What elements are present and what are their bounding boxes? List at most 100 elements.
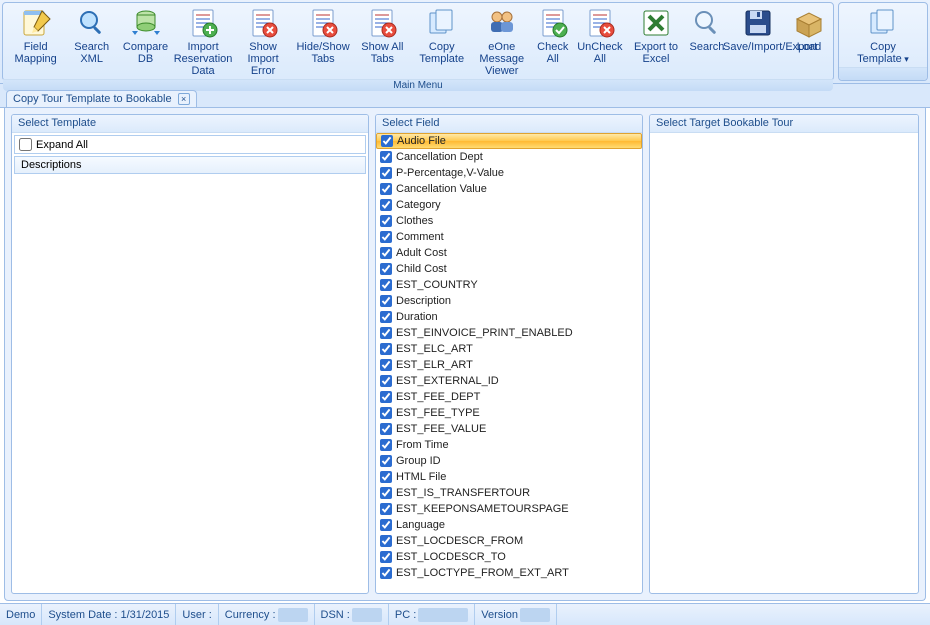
save-import-export-button[interactable]: Save/Import/Export: [729, 5, 787, 53]
field-checkbox[interactable]: [380, 359, 392, 371]
sheet-plus-icon: [187, 7, 219, 39]
field-checkbox[interactable]: [380, 279, 392, 291]
field-checkbox[interactable]: [380, 423, 392, 435]
field-checkbox[interactable]: [380, 535, 392, 547]
field-mapping-button[interactable]: Field Mapping: [7, 5, 64, 65]
field-checkbox[interactable]: [380, 295, 392, 307]
show-all-tabs-button[interactable]: Show All Tabs: [354, 5, 411, 65]
field-checkbox[interactable]: [380, 551, 392, 563]
field-item[interactable]: P-Percentage,V-Value: [376, 165, 642, 181]
expand-all-row[interactable]: Expand All: [14, 135, 366, 154]
export-excel-button[interactable]: Export to Excel: [627, 5, 685, 65]
field-item[interactable]: EST_FEE_TYPE: [376, 405, 642, 421]
sheet-x-red-icon: [366, 7, 398, 39]
field-mapping-label: Field Mapping: [9, 41, 62, 65]
expand-all-label: Expand All: [36, 139, 88, 151]
field-item[interactable]: EST_FEE_DEPT: [376, 389, 642, 405]
sheet-check-icon: [537, 7, 569, 39]
field-checkbox[interactable]: [380, 439, 392, 451]
field-item[interactable]: From Time: [376, 437, 642, 453]
field-item[interactable]: Description: [376, 293, 642, 309]
field-item[interactable]: Language: [376, 517, 642, 533]
field-item[interactable]: EST_IS_TRANSFERTOUR: [376, 485, 642, 501]
close-icon[interactable]: ×: [178, 93, 190, 105]
uncheck-all-label: UnCheck All: [577, 41, 623, 65]
field-checkbox[interactable]: [380, 567, 392, 579]
field-label: Language: [396, 519, 445, 531]
field-checkbox[interactable]: [380, 455, 392, 467]
uncheck-all-button[interactable]: UnCheck All: [575, 5, 625, 65]
field-item[interactable]: EST_LOCDESCR_FROM: [376, 533, 642, 549]
field-checkbox[interactable]: [381, 135, 393, 147]
field-item[interactable]: Duration: [376, 309, 642, 325]
field-list[interactable]: Audio FileCancellation DeptP-Percentage,…: [376, 133, 642, 593]
field-checkbox[interactable]: [380, 311, 392, 323]
field-item[interactable]: EST_FEE_VALUE: [376, 421, 642, 437]
panel-select-template: Select Template Expand All Descriptions: [11, 114, 369, 594]
field-item[interactable]: Audio File: [376, 133, 642, 149]
copy-template-dropdown-button[interactable]: Copy Template: [843, 5, 923, 65]
field-checkbox[interactable]: [380, 327, 392, 339]
field-label: EST_LOCTYPE_FROM_EXT_ART: [396, 567, 569, 579]
field-label: EST_FEE_DEPT: [396, 391, 480, 403]
field-checkbox[interactable]: [380, 487, 392, 499]
field-item[interactable]: Comment: [376, 229, 642, 245]
field-item[interactable]: EST_COUNTRY: [376, 277, 642, 293]
field-checkbox[interactable]: [380, 519, 392, 531]
field-item[interactable]: Category: [376, 197, 642, 213]
field-checkbox[interactable]: [380, 471, 392, 483]
tab-copy-tour-template[interactable]: Copy Tour Template to Bookable ×: [6, 90, 197, 107]
ribbon-group-side: Copy Template: [838, 2, 928, 81]
load-button[interactable]: Load: [789, 5, 829, 53]
expand-all-checkbox[interactable]: [19, 138, 32, 151]
field-checkbox[interactable]: [380, 343, 392, 355]
field-item[interactable]: EST_ELR_ART: [376, 357, 642, 373]
field-checkbox[interactable]: [380, 199, 392, 211]
field-checkbox[interactable]: [380, 407, 392, 419]
import-reservation-button[interactable]: Import Reservation Data: [174, 5, 232, 77]
field-checkbox[interactable]: [380, 247, 392, 259]
compare-db-button[interactable]: Compare DB: [119, 5, 172, 65]
field-item[interactable]: Adult Cost: [376, 245, 642, 261]
descriptions-header[interactable]: Descriptions: [14, 156, 366, 174]
field-checkbox[interactable]: [380, 503, 392, 515]
field-checkbox[interactable]: [380, 375, 392, 387]
search-xml-button[interactable]: Search XML: [66, 5, 117, 65]
field-item[interactable]: Group ID: [376, 453, 642, 469]
eone-msg-button[interactable]: eOne Message Viewer: [473, 5, 531, 77]
field-item[interactable]: EST_KEEPONSAMETOURSPAGE: [376, 501, 642, 517]
field-item[interactable]: EST_EXTERNAL_ID: [376, 373, 642, 389]
field-item[interactable]: Cancellation Value: [376, 181, 642, 197]
field-checkbox[interactable]: [380, 215, 392, 227]
field-item[interactable]: Cancellation Dept: [376, 149, 642, 165]
tab-label: Copy Tour Template to Bookable: [13, 93, 172, 105]
field-checkbox[interactable]: [380, 183, 392, 195]
field-item[interactable]: HTML File: [376, 469, 642, 485]
panel-select-target: Select Target Bookable Tour: [649, 114, 919, 594]
search-button[interactable]: Search: [687, 5, 727, 53]
check-all-button[interactable]: Check All: [533, 5, 573, 65]
field-item[interactable]: EST_LOCTYPE_FROM_EXT_ART: [376, 565, 642, 581]
field-item[interactable]: EST_EINVOICE_PRINT_ENABLED: [376, 325, 642, 341]
eone-msg-label: eOne Message Viewer: [475, 41, 529, 77]
field-item[interactable]: EST_LOCDESCR_TO: [376, 549, 642, 565]
field-item[interactable]: EST_ELC_ART: [376, 341, 642, 357]
panel-title: Select Field: [376, 115, 642, 133]
field-checkbox[interactable]: [380, 231, 392, 243]
status-demo: Demo: [0, 604, 42, 625]
show-import-error-label: Show Import Error: [236, 41, 290, 77]
sheet-x-red-icon: [247, 7, 279, 39]
field-item[interactable]: Clothes: [376, 213, 642, 229]
field-checkbox[interactable]: [380, 391, 392, 403]
field-label: EST_IS_TRANSFERTOUR: [396, 487, 530, 499]
field-checkbox[interactable]: [380, 167, 392, 179]
field-checkbox[interactable]: [380, 151, 392, 163]
show-import-error-button[interactable]: Show Import Error: [234, 5, 292, 77]
field-label: Group ID: [396, 455, 441, 467]
field-checkbox[interactable]: [380, 263, 392, 275]
export-excel-label: Export to Excel: [629, 41, 683, 65]
hide-show-tabs-button[interactable]: Hide/Show Tabs: [294, 5, 352, 65]
copy-template-button[interactable]: Copy Template: [413, 5, 471, 65]
field-label: Child Cost: [396, 263, 447, 275]
field-item[interactable]: Child Cost: [376, 261, 642, 277]
